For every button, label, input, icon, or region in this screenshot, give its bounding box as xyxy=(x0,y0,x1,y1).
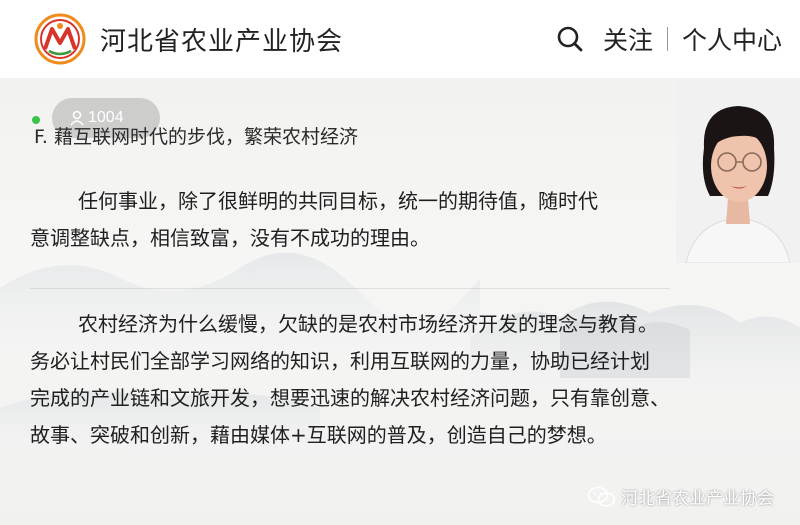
paragraph-line: 意调整缺点，相信致富，没有不成功的理由。 xyxy=(30,226,430,250)
speaker-portrait xyxy=(676,78,800,263)
watermark: 河北省农业产业协会 xyxy=(587,484,774,509)
header-bar: 河北省农业产业协会 关注 个人中心 xyxy=(0,0,800,78)
org-name: 河北省农业产业协会 xyxy=(100,26,344,57)
live-video-stage[interactable]: 1004 F. 藉互联网时代的步伐，繁荣农村经济 任何事业，除了很鲜明的共同目标… xyxy=(0,78,800,525)
paragraph-line: 任何事业，除了很鲜明的共同目标，统一的期待值，随时代 xyxy=(78,189,598,213)
speaker-video[interactable] xyxy=(676,78,800,263)
slide-paragraph-2: 农村经济为什么缓慢，欠缺的是农村市场经济开发的理念与教育。 务必让村民们全部学习… xyxy=(30,306,670,454)
paragraph-line: 完成的产业链和文旅开发，想要迅速的解决农村经济问题，只有靠创意、 xyxy=(30,386,670,410)
header-divider xyxy=(666,27,668,51)
paragraph-separator xyxy=(30,288,670,289)
paragraph-line: 务必让村民们全部学习网络的知识，利用互联网的力量，协助已经计划 xyxy=(30,349,650,373)
search-icon xyxy=(557,26,583,52)
paragraph-line: 故事、突破和创新，藉由媒体+互联网的普及，创造自己的梦想。 xyxy=(30,423,607,447)
paragraph-line: 农村经济为什么缓慢，欠缺的是农村市场经济开发的理念与教育。 xyxy=(78,312,658,336)
follow-button[interactable]: 关注 xyxy=(603,21,653,57)
slide-paragraph-1: 任何事业，除了很鲜明的共同目标，统一的期待值，随时代 意调整缺点，相信致富，没有… xyxy=(30,183,598,257)
association-logo-icon xyxy=(34,13,86,65)
live-page: 河北省农业产业协会 关注 个人中心 1004 F. 藉互联网时代的步伐，繁荣农村… xyxy=(0,0,800,525)
search-button[interactable] xyxy=(555,24,585,54)
header-actions: 关注 个人中心 xyxy=(555,21,782,57)
slide-heading: F. 藉互联网时代的步伐，繁荣农村经济 xyxy=(34,126,358,148)
wechat-icon xyxy=(587,486,616,507)
personal-center-button[interactable]: 个人中心 xyxy=(682,21,782,57)
watermark-text: 河北省农业产业协会 xyxy=(621,489,774,509)
